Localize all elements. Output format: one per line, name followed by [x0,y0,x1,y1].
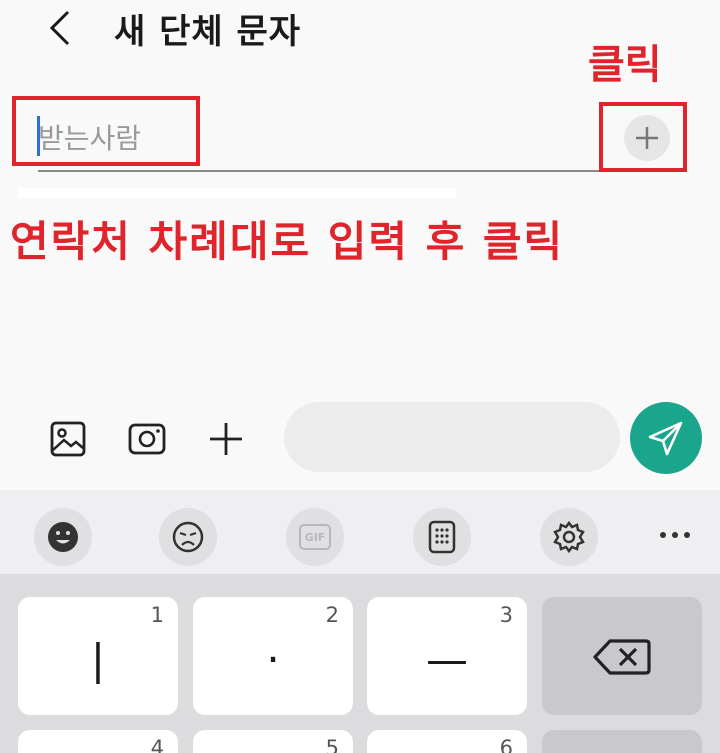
send-icon [648,421,683,456]
send-button[interactable] [630,402,702,474]
key-5[interactable]: 5 [193,730,353,753]
key-digit: 3 [499,603,513,627]
attach-button[interactable] [205,418,247,460]
key-glyph: · [266,635,280,684]
gif-icon: GIF [299,524,331,550]
keypad-button[interactable] [413,508,471,566]
annotation-box-recipient [12,96,200,166]
key-1[interactable]: 1 | [18,597,178,715]
recipient-underline [38,170,600,172]
annotation-instruction: 연락처 차례대로 입력 후 클릭 [10,217,565,266]
sticker-icon [172,521,204,553]
backspace-key[interactable] [542,597,702,715]
gallery-icon [50,421,86,457]
keypad-icon [428,520,456,554]
gif-button[interactable]: GIF [286,508,344,566]
more-icon [660,532,690,538]
key-digit: 1 [150,603,164,627]
gear-icon [553,520,585,554]
more-button[interactable] [650,520,700,550]
key-glyph: | [90,635,106,684]
emoji-icon [48,522,78,552]
gallery-button[interactable] [47,418,89,460]
settings-button[interactable] [540,508,598,566]
key-digit: 2 [325,603,339,627]
emoji-button[interactable] [34,508,92,566]
annotation-click-label: 클릭 [588,42,662,88]
camera-icon [128,423,166,455]
back-button[interactable] [42,6,82,50]
plus-icon [210,423,242,455]
annotation-box-add-button [599,102,687,172]
key-4[interactable]: 4 [18,730,178,753]
page-title: 새 단체 문자 [114,12,302,52]
key-digit: 4 [150,736,164,753]
key-2[interactable]: 2 · [193,597,353,715]
key-digit: 6 [499,736,513,753]
key-glyph: — [426,635,468,684]
chevron-left-icon [49,10,70,46]
backspace-icon [593,639,651,675]
camera-button[interactable] [126,418,168,460]
key-3[interactable]: 3 — [367,597,527,715]
key-6[interactable]: 6 [367,730,527,753]
message-input[interactable] [284,402,620,472]
gif-label: GIF [304,530,326,544]
sticker-button[interactable] [159,508,217,566]
key-digit: 5 [325,736,339,753]
keyboard-toolbar [0,490,720,574]
key-row2-action[interactable] [542,730,702,753]
annotation-highlight-bg [18,188,456,198]
